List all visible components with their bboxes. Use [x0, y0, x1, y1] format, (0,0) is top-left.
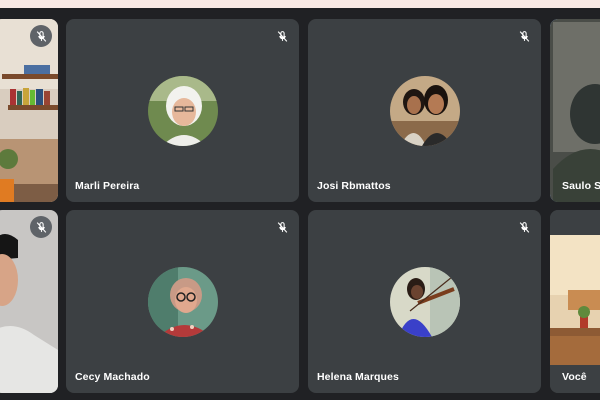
avatar: [148, 76, 218, 146]
mute-status: [513, 25, 535, 47]
participant-name: Você: [562, 371, 587, 383]
mute-status: [271, 25, 293, 47]
participant-name: Helena Marques: [317, 371, 399, 383]
mic-off-icon: [519, 30, 529, 42]
participant-video: [550, 19, 600, 202]
participant-name: Josi Rbmattos: [317, 180, 391, 192]
participant-name: Marli Pereira: [75, 180, 140, 192]
participant-tile-josi-rbmattos[interactable]: Josi Rbmattos: [308, 19, 541, 202]
participant-video: [550, 210, 600, 393]
participant-tile-camera-partial[interactable]: [0, 210, 58, 393]
avatar: [390, 76, 460, 146]
mute-status: [513, 216, 535, 238]
mute-status: [30, 216, 52, 238]
mic-off-icon: [277, 221, 287, 233]
mic-off-icon: [519, 221, 529, 233]
mic-off-icon: [36, 221, 46, 233]
participant-tile-camera-partial[interactable]: [0, 19, 58, 202]
participant-name: Cecy Machado: [75, 371, 150, 383]
browser-top-strip: [0, 0, 600, 8]
participant-video: [0, 210, 58, 393]
participant-tile-saulo-sa[interactable]: Saulo Sa: [550, 19, 600, 202]
participant-tile-helena-marques[interactable]: Helena Marques: [308, 210, 541, 393]
participant-tile-marli-pereira[interactable]: Marli Pereira: [66, 19, 299, 202]
mute-status: [271, 216, 293, 238]
mic-off-icon: [36, 30, 46, 42]
mute-status: [30, 25, 52, 47]
participant-video: [0, 19, 58, 202]
avatar: [148, 267, 218, 337]
participant-tile-self[interactable]: Você: [550, 210, 600, 393]
mic-off-icon: [277, 30, 287, 42]
avatar: [390, 267, 460, 337]
participant-name: Saulo Sa: [562, 180, 600, 192]
participant-tile-cecy-machado[interactable]: Cecy Machado: [66, 210, 299, 393]
